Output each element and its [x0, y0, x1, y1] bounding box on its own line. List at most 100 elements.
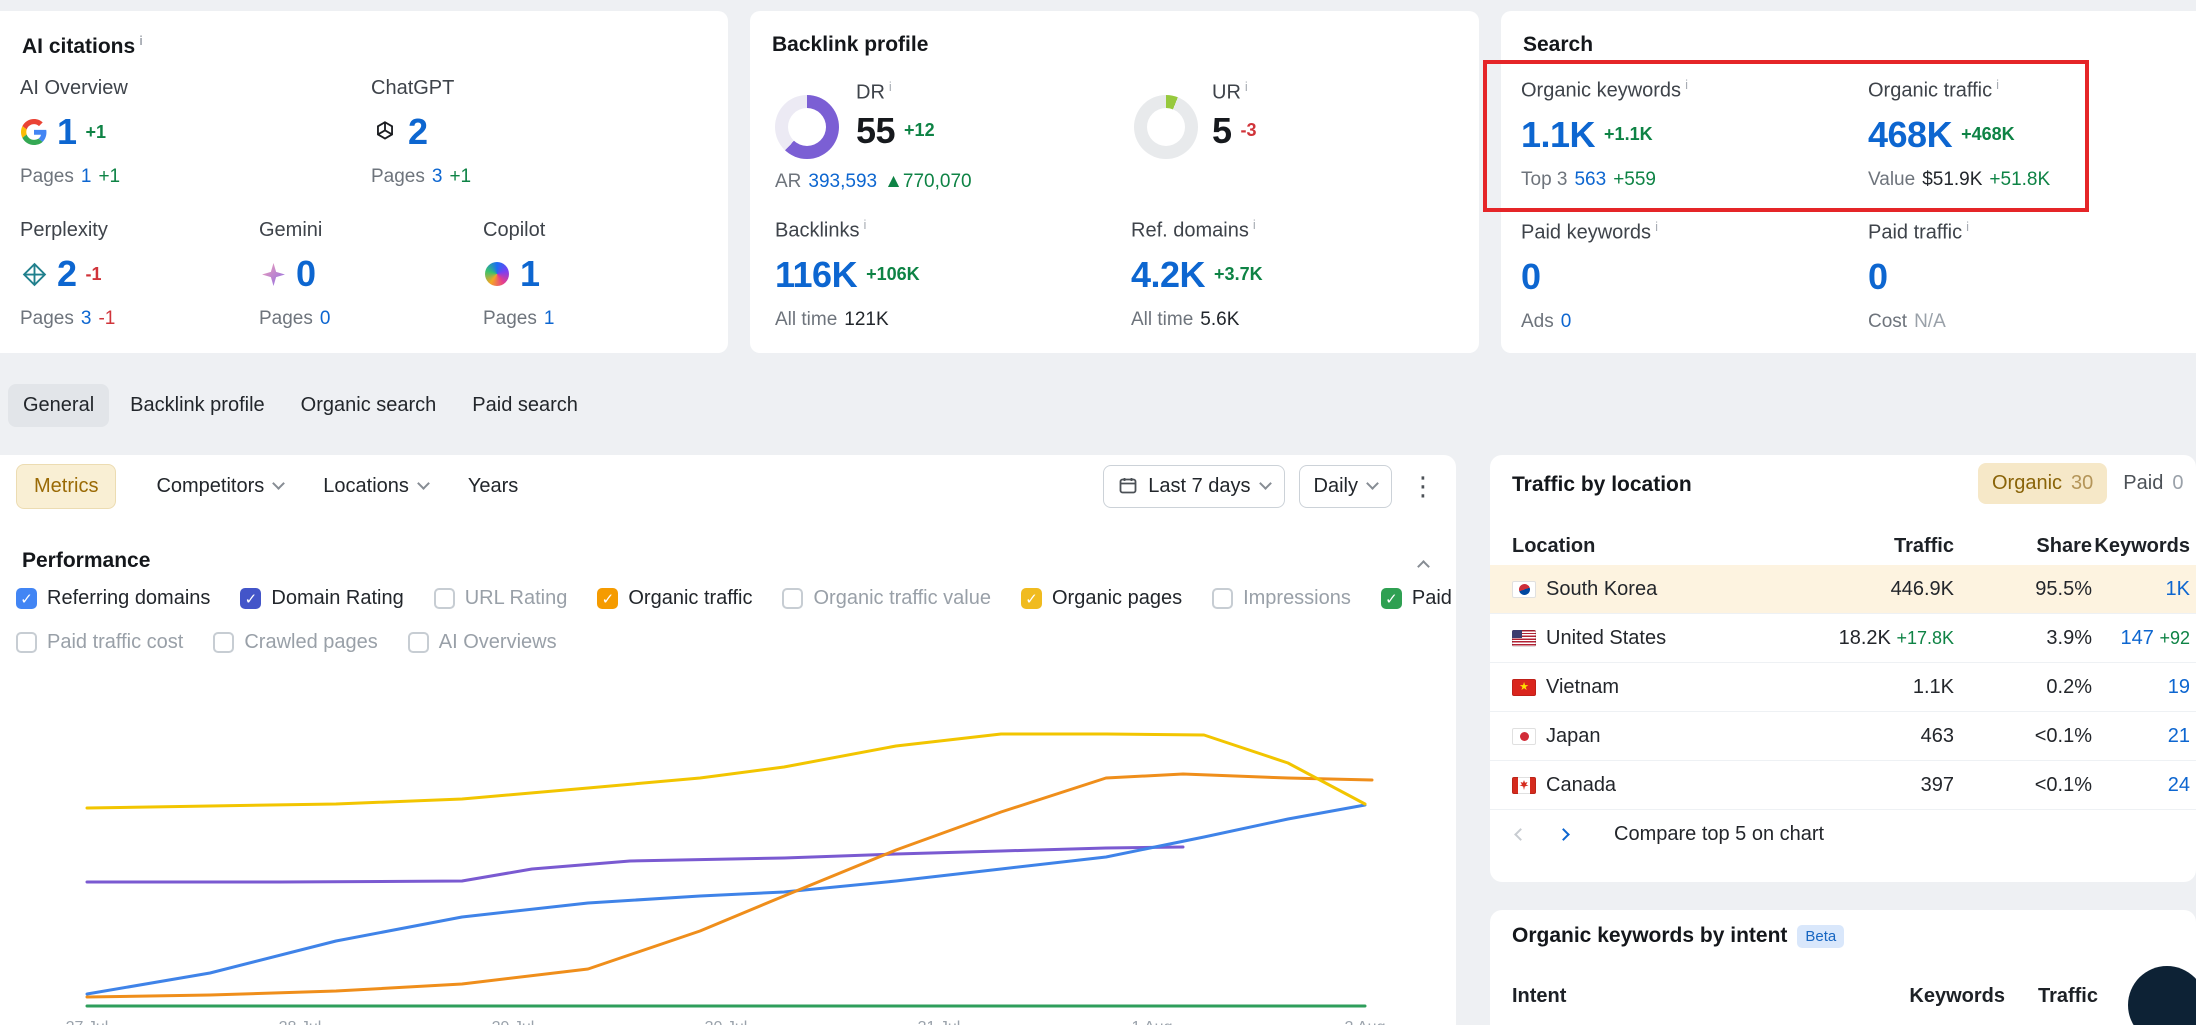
paid-keywords-count[interactable]: 0	[1521, 256, 1541, 298]
checkbox-icon	[1381, 588, 1402, 609]
date-range-button[interactable]: Last 7 days	[1103, 465, 1284, 508]
tab-backlink-profile[interactable]: Backlink profile	[115, 384, 280, 427]
organic-toggle-button[interactable]: Organic 30	[1978, 463, 2107, 504]
metric-checkbox-organic-traffic-value[interactable]: Organic traffic value	[782, 587, 991, 610]
chart-line-organic-pages	[87, 734, 1365, 808]
keywords-count-link[interactable]: 21	[2168, 725, 2190, 747]
info-icon[interactable]	[863, 217, 866, 232]
info-icon[interactable]	[1966, 219, 1969, 234]
paid-traffic-count[interactable]: 0	[1868, 256, 1888, 298]
stat-gemini: Gemini 0 Pages 0	[259, 219, 330, 330]
info-icon[interactable]	[1996, 77, 1999, 92]
pages-count-link[interactable]: 3	[432, 166, 443, 188]
stat-paid-keywords: Paid keywords 0 Ads 0	[1521, 219, 1658, 333]
info-icon[interactable]	[889, 79, 892, 94]
table-row: South Korea 446.9K 95.5% 1K	[1490, 565, 2196, 614]
years-button[interactable]: Years	[468, 475, 518, 498]
ads-count-link[interactable]: 0	[1561, 311, 1572, 333]
perplexity-icon	[20, 260, 48, 288]
keywords-by-intent-panel: Organic keywords by intent Beta Intent K…	[1490, 910, 2196, 1025]
chart-x-label: 1 Aug	[1132, 1019, 1173, 1025]
gemini-count[interactable]: 0	[296, 253, 316, 295]
panel-title: Traffic by location	[1512, 473, 1692, 497]
ai-citations-card: AI citations AI Overview 1 +1 Pages 1 +1…	[0, 11, 728, 353]
metric-checkbox-paid-traffic-cost[interactable]: Paid traffic cost	[16, 631, 183, 654]
chevron-down-icon	[1366, 477, 1379, 490]
tab-organic-search[interactable]: Organic search	[286, 384, 452, 427]
stat-chatgpt: ChatGPT 2 Pages 3 +1	[371, 77, 471, 188]
metric-checkbox-referring-domains[interactable]: Referring domains	[16, 587, 210, 610]
performance-panel: 27 Jul28 Jul29 Jul30 Jul31 Jul1 Aug2 Aug…	[0, 455, 1456, 1025]
ar-rank-link[interactable]: 393,593	[808, 171, 877, 193]
stat-ref-domains: Ref. domains 4.2K +3.7K All time 5.6K	[1131, 217, 1263, 331]
checkbox-icon	[434, 588, 455, 609]
checkbox-icon	[597, 588, 618, 609]
stat-organic-traffic: Organic traffic 468K +468K Value $51.9K …	[1868, 77, 2050, 191]
chart-x-label: 30 Jul	[705, 1019, 748, 1025]
pages-count-link[interactable]: 1	[81, 166, 92, 188]
next-page-button[interactable]	[1559, 830, 1568, 839]
granularity-button[interactable]: Daily	[1299, 465, 1392, 508]
table-header-row: Location Traffic Share Keywords	[1490, 527, 2196, 565]
tab-paid-search[interactable]: Paid search	[457, 384, 593, 427]
backlinks-count[interactable]: 116K	[775, 254, 857, 296]
keywords-count-link[interactable]: 1K	[2166, 578, 2190, 600]
ai-overview-count[interactable]: 1	[57, 111, 77, 153]
chart-x-label: 28 Jul	[279, 1019, 322, 1025]
chart-toolbar: Metrics Competitors Locations Years Last…	[16, 463, 1440, 509]
ref-domains-count[interactable]: 4.2K	[1131, 254, 1205, 296]
panel-title: Organic keywords by intent	[1512, 924, 1787, 948]
paid-toggle-button[interactable]: Paid 0	[2115, 463, 2191, 504]
south-korea-flag-icon	[1512, 581, 1536, 598]
japan-flag-icon	[1512, 728, 1536, 745]
info-icon[interactable]	[1655, 219, 1658, 234]
pages-count-link[interactable]: 3	[81, 308, 92, 330]
keywords-count-link[interactable]: 24	[2168, 774, 2190, 796]
info-icon[interactable]	[139, 33, 143, 48]
metric-checkbox-domain-rating[interactable]: Domain Rating	[240, 587, 403, 610]
checkbox-icon	[1212, 588, 1233, 609]
competitors-dropdown[interactable]: Competitors	[156, 475, 283, 498]
metric-checkbox-organic-pages[interactable]: Organic pages	[1021, 587, 1182, 610]
copilot-count[interactable]: 1	[520, 253, 540, 295]
chatgpt-icon	[371, 118, 399, 146]
card-title: AI citations	[22, 33, 143, 59]
chart-line-referring-domains	[87, 805, 1365, 994]
ahrefs-overview-page: { "colors": { "link_blue": "#0d66d0", "p…	[0, 0, 2196, 1025]
table-row: United States 18.2K +17.8K 3.9% 147 +92	[1490, 614, 2196, 663]
info-icon[interactable]	[1245, 79, 1248, 94]
chatgpt-count[interactable]: 2	[408, 111, 428, 153]
metrics-button[interactable]: Metrics	[16, 464, 116, 509]
metric-checkbox-crawled-pages[interactable]: Crawled pages	[213, 631, 377, 654]
info-icon[interactable]	[1685, 77, 1688, 92]
locations-dropdown[interactable]: Locations	[323, 475, 428, 498]
collapse-section-button[interactable]	[1417, 560, 1430, 573]
organic-keywords-count[interactable]: 1.1K	[1521, 114, 1595, 156]
backlink-profile-card: Backlink profile DR 55 +12 AR 393,593 ▲7…	[750, 11, 1479, 353]
perplexity-count[interactable]: 2	[57, 253, 77, 295]
chart-x-label: 29 Jul	[492, 1019, 535, 1025]
performance-section-title: Performance	[22, 549, 150, 573]
chart-line-organic-traffic	[87, 774, 1372, 997]
organic-traffic-count[interactable]: 468K	[1868, 114, 1952, 156]
pages-count-link[interactable]: 1	[544, 308, 555, 330]
stat-ur: UR 5 -3	[1212, 79, 1257, 165]
tab-general[interactable]: General	[8, 384, 109, 427]
metric-checkbox-ai-overviews[interactable]: AI Overviews	[408, 631, 557, 654]
metric-checkbox-row: Paid traffic cost Crawled pages AI Overv…	[16, 631, 557, 654]
top3-count-link[interactable]: 563	[1574, 169, 1606, 191]
metric-checkbox-url-rating[interactable]: URL Rating	[434, 587, 568, 610]
metric-checkbox-paid-traffic[interactable]: Paid traffic	[1381, 587, 1456, 610]
info-icon[interactable]	[1253, 217, 1256, 232]
more-options-button[interactable]	[1406, 471, 1440, 502]
table-row: Canada 397 <0.1% 24	[1490, 761, 2196, 810]
keywords-count-link[interactable]: 19	[2168, 676, 2190, 698]
metric-checkbox-impressions[interactable]: Impressions	[1212, 587, 1351, 610]
keywords-count-link[interactable]: 147	[2121, 627, 2154, 649]
chevron-down-icon	[272, 477, 285, 490]
metric-checkbox-organic-traffic[interactable]: Organic traffic	[597, 587, 752, 610]
pages-count-link[interactable]: 0	[320, 308, 331, 330]
compare-top5-link[interactable]: Compare top 5 on chart	[1614, 823, 1824, 846]
checkbox-icon	[782, 588, 803, 609]
ur-donut-chart	[1134, 95, 1198, 159]
